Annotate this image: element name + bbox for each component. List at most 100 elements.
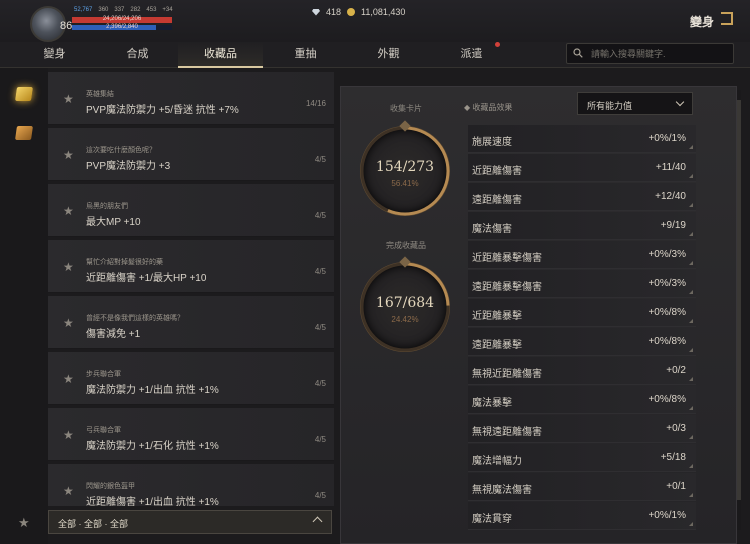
effect-name: 魔法增幅力 <box>472 456 522 467</box>
corner-marker-icon <box>689 377 693 381</box>
tab-dispatch[interactable]: 派遣 <box>429 42 514 68</box>
corner-marker-icon <box>689 464 693 468</box>
effect-row: 遠距離傷害 +12/40 <box>468 183 696 211</box>
tab-transform[interactable]: 變身 <box>12 42 97 68</box>
effect-row: 魔法傷害 +9/19 <box>468 212 696 240</box>
effect-name: 無視近距離傷害 <box>472 369 542 380</box>
tab-collection[interactable]: 收藏品 <box>178 42 263 68</box>
stat-3: 337 <box>114 7 125 13</box>
stat-5: 453 <box>146 7 157 13</box>
list-item[interactable]: ★ 弓兵聯合軍 魔法防禦力 +1/石化 抗性 +1% 4/5 <box>48 408 334 461</box>
star-icon[interactable]: ★ <box>63 372 74 386</box>
effects-header-label: 收藏品效果 <box>472 103 513 112</box>
corner-marker-icon <box>689 261 693 265</box>
corner-marker-icon <box>689 203 693 207</box>
effect-value: +9/19 <box>660 220 686 231</box>
star-icon[interactable]: ★ <box>63 92 74 106</box>
collection-effect: 魔法防禦力 +1/出血 抗性 +1% <box>86 385 219 396</box>
list-item[interactable]: ★ 幫忙介紹對掉髮很好的藥 近距離傷害 +1/最大HP +10 4/5 <box>48 240 334 293</box>
effect-value: +0%/3% <box>648 249 686 260</box>
corner-marker-icon <box>689 348 693 352</box>
favorite-filter-icon[interactable]: ★ <box>18 515 30 531</box>
gem-icon <box>312 8 320 16</box>
collection-book-alt-icon[interactable] <box>15 126 33 140</box>
corner-marker-icon <box>689 145 693 149</box>
currency-display: 418 11,081,430 <box>312 7 405 17</box>
star-icon[interactable]: ★ <box>63 260 74 274</box>
effect-row: 近距離傷害 +11/40 <box>468 154 696 182</box>
list-item[interactable]: ★ 這次要吃什麼顏色呢？ PVP魔法防禦力 +3 4/5 <box>48 128 334 181</box>
collection-book-icon[interactable] <box>15 87 33 101</box>
collection-effect: 近距離傷害 +1/最大HP +10 <box>86 273 207 284</box>
collection-effect: 傷害減免 +1 <box>86 329 141 340</box>
search-icon <box>573 48 583 58</box>
scrollbar-thumb[interactable] <box>737 100 741 500</box>
search-box[interactable] <box>566 43 734 64</box>
player-stats: 52,767 360 337 282 453 +34 <box>74 7 173 13</box>
stat-4: 282 <box>130 7 141 13</box>
effects-scrollbar[interactable] <box>737 90 741 530</box>
effect-value: +0%/1% <box>648 510 686 521</box>
list-item[interactable]: ★ 曾經不是像我們這樣的英雄嗎？ 傷害減免 +1 4/5 <box>48 296 334 349</box>
completed-ring: 167/684 24.42% <box>360 256 450 352</box>
list-item[interactable]: ★ 烏黑的朋友們 最大MP +10 4/5 <box>48 184 334 237</box>
close-icon[interactable] <box>721 12 733 25</box>
effect-value: +0%/8% <box>648 336 686 347</box>
effect-name: 施展速度 <box>472 137 512 148</box>
collection-title: 這次要吃什麼顏色呢？ <box>86 147 156 154</box>
star-icon[interactable]: ★ <box>63 316 74 330</box>
collection-title: 弓兵聯合軍 <box>86 427 121 434</box>
coin-icon <box>347 8 356 16</box>
effect-row: 魔法暴擊 +0%/8% <box>468 386 696 414</box>
effect-value: +5/18 <box>660 452 686 463</box>
tab-reroll[interactable]: 重抽 <box>263 42 348 68</box>
effect-name: 近距離傷害 <box>472 166 522 177</box>
collection-title: 步兵聯合軍 <box>86 371 121 378</box>
star-icon[interactable]: ★ <box>63 204 74 218</box>
effect-row: 近距離暴擊傷害 +0%/3% <box>468 241 696 269</box>
effect-name: 近距離暴擊傷害 <box>472 253 542 264</box>
effect-name: 魔法傷害 <box>472 224 512 235</box>
filter-dropdown[interactable]: 全部 · 全部 · 全部 <box>48 510 332 534</box>
collection-title: 烏黑的朋友們 <box>86 203 128 210</box>
star-icon[interactable]: ★ <box>63 428 74 442</box>
collection-title: 幫忙介紹對掉髮很好的藥 <box>86 259 163 266</box>
list-item[interactable]: ★ 英雄集結 PVP魔法防禦力 +5/昏迷 抗性 +7% 14/16 <box>48 72 334 125</box>
cards-ring: 154/273 56.41% <box>360 120 450 216</box>
mp-bar: 2,396/2,840 <box>72 24 172 30</box>
collection-count: 4/5 <box>314 211 326 220</box>
collection-title: 閃耀的銀色盔甲 <box>86 483 135 490</box>
notification-dot <box>495 42 500 47</box>
cards-value: 154/273 <box>375 159 435 175</box>
effect-name: 魔法暴擊 <box>472 398 512 409</box>
corner-marker-icon <box>689 319 693 323</box>
effect-row: 遠距離暴擊傷害 +0%/3% <box>468 270 696 298</box>
collection-count: 4/5 <box>314 267 326 276</box>
effect-row: 魔法貫穿 +0%/1% <box>468 502 696 530</box>
tab-appearance[interactable]: 外觀 <box>346 42 431 68</box>
effect-value: +12/40 <box>655 191 686 202</box>
search-input[interactable] <box>591 46 729 61</box>
stat-filter-value: 所有能力值 <box>587 101 633 111</box>
corner-marker-icon <box>689 522 693 526</box>
star-icon[interactable]: ★ <box>63 484 74 498</box>
hp-bar: 24,206/24,206 <box>72 16 172 23</box>
effect-row: 施展速度 +0%/1% <box>468 125 696 153</box>
tab-synthesis[interactable]: 合成 <box>95 42 180 68</box>
star-icon[interactable]: ★ <box>63 148 74 162</box>
tab-label: 合成 <box>126 48 149 60</box>
corner-marker-icon <box>689 290 693 294</box>
corner-marker-icon <box>689 435 693 439</box>
list-item[interactable]: ★ 閃耀的銀色盔甲 近距離傷害 +1/出血 抗性 +1% 4/5 <box>48 464 334 506</box>
collection-count: 4/5 <box>314 323 326 332</box>
effect-row: 無視近距離傷害 +0/2 <box>468 357 696 385</box>
player-level: 86 <box>60 20 73 32</box>
completed-percent: 24.42% <box>391 315 419 324</box>
corner-marker-icon <box>689 406 693 410</box>
effect-row: 遠距離暴擊 +0%/8% <box>468 328 696 356</box>
gem-count: 418 <box>326 7 342 17</box>
stat-filter-select[interactable]: 所有能力值 <box>577 92 693 115</box>
list-item[interactable]: ★ 步兵聯合軍 魔法防禦力 +1/出血 抗性 +1% 4/5 <box>48 352 334 405</box>
collection-title: 曾經不是像我們這樣的英雄嗎？ <box>86 315 184 322</box>
collection-count: 4/5 <box>314 435 326 444</box>
